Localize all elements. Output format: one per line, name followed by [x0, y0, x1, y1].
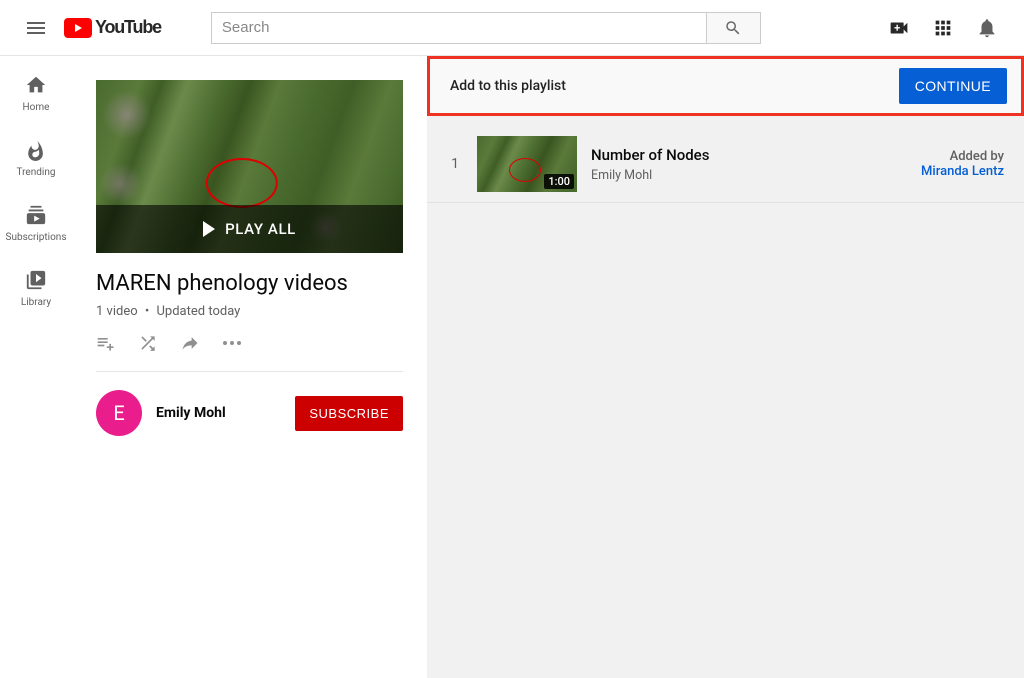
video-row[interactable]: 1 1:00 Number of Nodes Emily Mohl Added …	[427, 126, 1024, 203]
playlist-thumbnail[interactable]: PLAY ALL	[96, 80, 403, 253]
header: YouTube	[0, 0, 1024, 56]
sidebar-item-library[interactable]: Library	[0, 255, 72, 320]
add-to-playlist-text: Add to this playlist	[450, 78, 566, 94]
video-author: Emily Mohl	[591, 168, 907, 183]
youtube-logo[interactable]: YouTube	[64, 17, 161, 38]
play-icon	[203, 221, 215, 237]
video-thumbnail[interactable]: 1:00	[477, 136, 577, 192]
create-video-icon[interactable]	[888, 17, 910, 39]
playlist-videos-panel: Add to this playlist CONTINUE 1 1:00 Num…	[427, 56, 1024, 678]
subscriptions-icon	[25, 204, 47, 226]
sidebar-item-label: Trending	[17, 167, 56, 178]
share-icon[interactable]	[180, 333, 200, 353]
added-by: Added by Miranda Lentz	[921, 149, 1004, 179]
shuffle-icon[interactable]	[138, 333, 158, 353]
playlist-panel: PLAY ALL MAREN phenology videos 1 video …	[72, 56, 427, 678]
updated-text: Updated today	[157, 304, 241, 319]
more-icon[interactable]	[222, 333, 242, 353]
video-duration: 1:00	[544, 174, 574, 189]
playlist-owner-row: E Emily Mohl SUBSCRIBE	[96, 390, 403, 436]
sidebar-item-label: Library	[21, 297, 51, 308]
trending-icon	[25, 139, 47, 161]
sidebar-item-subscriptions[interactable]: Subscriptions	[0, 190, 72, 255]
youtube-logo-icon	[64, 18, 92, 38]
library-icon	[25, 269, 47, 291]
search-box	[211, 12, 761, 44]
add-to-queue-icon[interactable]	[96, 333, 116, 353]
home-icon	[25, 74, 47, 96]
play-all-label: PLAY ALL	[225, 220, 296, 238]
bell-icon[interactable]	[976, 17, 998, 39]
sidebar-item-home[interactable]: Home	[0, 60, 72, 125]
video-list: 1 1:00 Number of Nodes Emily Mohl Added …	[427, 116, 1024, 213]
added-by-label: Added by	[921, 149, 1004, 164]
playlist-meta: 1 video • Updated today	[96, 304, 403, 319]
hamburger-menu-icon[interactable]	[16, 8, 56, 48]
search-input[interactable]	[211, 12, 706, 44]
annotation-circle-icon	[205, 158, 277, 208]
sidebar-item-label: Home	[23, 102, 50, 113]
sidebar-item-trending[interactable]: Trending	[0, 125, 72, 190]
youtube-logo-text: YouTube	[95, 17, 161, 38]
play-all-overlay[interactable]: PLAY ALL	[96, 205, 403, 253]
owner-name[interactable]: Emily Mohl	[156, 405, 295, 421]
apps-icon[interactable]	[932, 17, 954, 39]
sidebar-item-label: Subscriptions	[6, 232, 67, 243]
video-index: 1	[447, 156, 463, 172]
sidebar: Home Trending Subscriptions Library	[0, 56, 72, 678]
search-button[interactable]	[706, 12, 761, 44]
video-count: 1 video	[96, 304, 138, 319]
playlist-title: MAREN phenology videos	[96, 271, 403, 296]
search-icon	[724, 19, 742, 37]
avatar[interactable]: E	[96, 390, 142, 436]
added-by-user[interactable]: Miranda Lentz	[921, 164, 1004, 179]
video-title: Number of Nodes	[591, 146, 907, 164]
continue-button[interactable]: CONTINUE	[899, 68, 1007, 104]
subscribe-button[interactable]: SUBSCRIBE	[295, 396, 403, 431]
add-to-playlist-bar: Add to this playlist CONTINUE	[427, 56, 1024, 116]
main-content: PLAY ALL MAREN phenology videos 1 video …	[72, 56, 1024, 678]
